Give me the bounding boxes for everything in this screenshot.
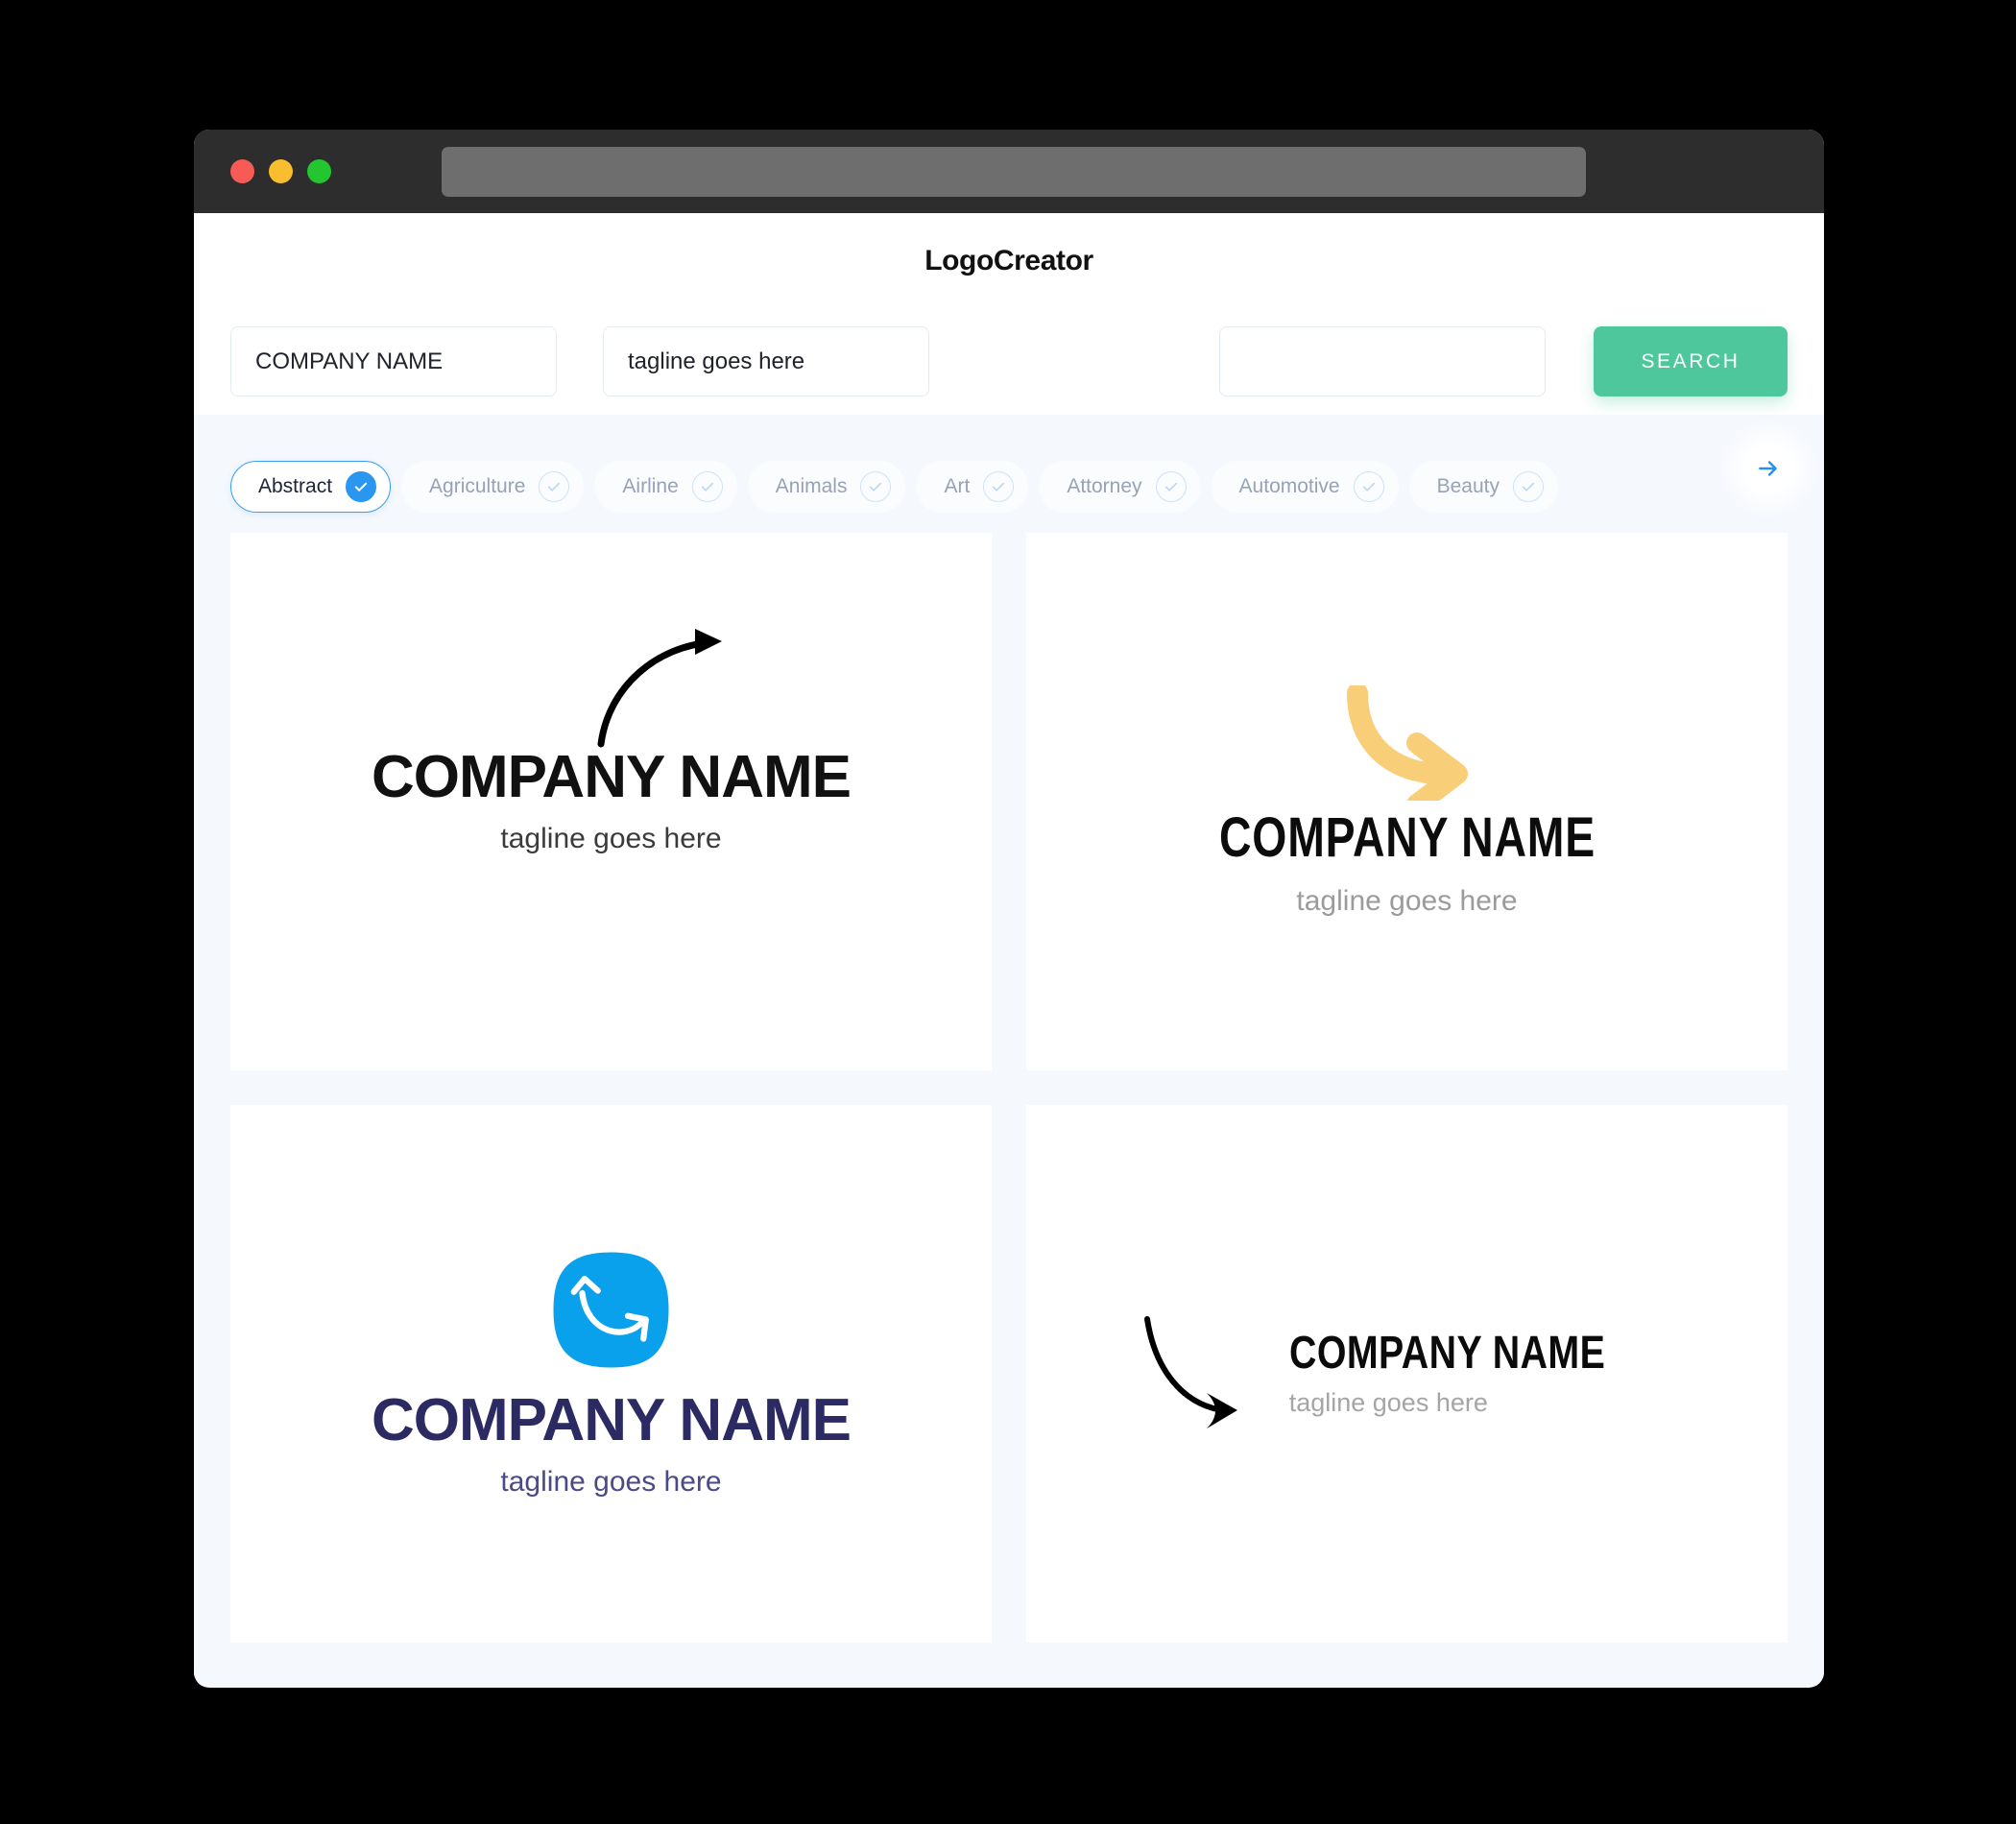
logo-company-name: COMPANY NAME <box>1288 1327 1605 1379</box>
category-chip-abstract[interactable]: Abstract <box>230 460 392 513</box>
close-window-button[interactable] <box>230 159 254 183</box>
logo-tagline: tagline goes here <box>500 1465 722 1498</box>
logo-company-name: COMPANY NAME <box>372 744 852 810</box>
arrow-right-icon <box>1759 461 1777 476</box>
category-chip-label: Animals <box>775 474 848 497</box>
check-icon <box>1155 470 1187 502</box>
logo-preview-2: COMPANY NAME tagline goes here <box>1172 685 1643 918</box>
tagline-input[interactable] <box>603 326 929 396</box>
logo-company-name: COMPANY NAME <box>372 1386 852 1453</box>
category-chip-label: Art <box>944 474 971 497</box>
category-chip-beauty[interactable]: Beauty <box>1408 460 1558 513</box>
app-title: LogoCreator <box>924 245 1093 276</box>
check-icon <box>346 470 377 502</box>
category-chip-animals[interactable]: Animals <box>747 460 906 513</box>
curved-arrow-up-right-icon <box>597 629 723 748</box>
page-root: LogoCreator SEARCH Abstract Agriculture <box>0 0 2016 1824</box>
descending-arrow-right-icon <box>1143 1316 1237 1428</box>
category-chip-automotive[interactable]: Automotive <box>1211 460 1399 513</box>
minimize-window-button[interactable] <box>269 159 293 183</box>
search-button[interactable]: SEARCH <box>1594 326 1788 396</box>
logo-preview-3: COMPANY NAME tagline goes here <box>372 1250 852 1499</box>
category-chip-art[interactable]: Art <box>916 460 1029 513</box>
url-bar[interactable] <box>442 147 1586 197</box>
check-icon <box>860 470 892 502</box>
logo-tagline: tagline goes here <box>1288 1387 1488 1417</box>
company-name-input[interactable] <box>230 326 557 396</box>
search-bar: SEARCH <box>194 309 1824 415</box>
category-chip-label: Airline <box>622 474 679 497</box>
logo-tagline: tagline goes here <box>1296 885 1518 917</box>
browser-window: LogoCreator SEARCH Abstract Agriculture <box>194 130 1824 1688</box>
category-chip-label: Agriculture <box>429 474 526 497</box>
category-chip-label: Automotive <box>1238 474 1340 497</box>
next-categories-button[interactable] <box>1743 444 1793 493</box>
browser-titlebar <box>194 130 1824 213</box>
category-chip-agriculture[interactable]: Agriculture <box>401 460 585 513</box>
logo-card-4[interactable]: COMPANY NAME tagline goes here <box>1026 1105 1788 1643</box>
traffic-light-group <box>230 159 331 183</box>
logo-card-3[interactable]: COMPANY NAME tagline goes here <box>230 1105 992 1643</box>
check-icon <box>539 470 570 502</box>
logo-results-grid: COMPANY NAME tagline goes here COMPANY N… <box>194 533 1824 1677</box>
check-icon <box>983 470 1015 502</box>
logo-preview-1: COMPANY NAME tagline goes here <box>372 629 852 855</box>
logo-card-1[interactable]: COMPANY NAME tagline goes here <box>230 533 992 1070</box>
category-chip-label: Beauty <box>1436 474 1500 497</box>
logo-company-name: COMPANY NAME <box>1218 806 1596 869</box>
check-icon <box>691 470 723 502</box>
check-icon <box>1513 470 1544 502</box>
logo-preview-4: COMPANY NAME tagline goes here <box>1140 1311 1675 1436</box>
category-chip-airline[interactable]: Airline <box>594 460 737 513</box>
category-chip-attorney[interactable]: Attorney <box>1039 460 1201 513</box>
squircle-double-arrow-icon <box>553 1252 669 1367</box>
check-icon <box>1353 470 1384 502</box>
category-filter-row: Abstract Agriculture Airline Animals Art… <box>194 415 1824 533</box>
keyword-input[interactable] <box>1219 326 1546 396</box>
category-chip-label: Abstract <box>258 474 333 497</box>
maximize-window-button[interactable] <box>307 159 331 183</box>
category-chip-label: Attorney <box>1067 474 1142 497</box>
logo-card-2[interactable]: COMPANY NAME tagline goes here <box>1026 533 1788 1070</box>
logo-tagline: tagline goes here <box>500 823 722 854</box>
app-header: LogoCreator <box>194 213 1824 309</box>
curved-arrow-down-right-icon <box>1347 685 1468 801</box>
